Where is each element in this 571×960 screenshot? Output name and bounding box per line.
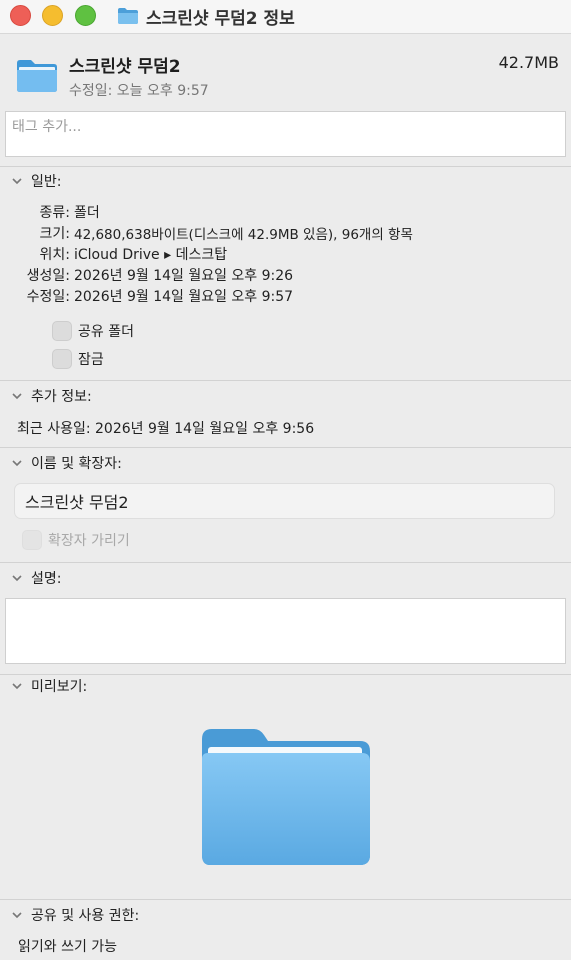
chevron-down-icon bbox=[12, 575, 22, 582]
item-modified: 수정일: 오늘 오후 9:57 bbox=[69, 83, 209, 99]
section-title: 공유 및 사용 권한: bbox=[31, 908, 140, 924]
locked-checkbox[interactable] bbox=[52, 349, 72, 369]
row-value: 2026년 9월 14일 월요일 오후 9:57 bbox=[74, 289, 294, 305]
locked-option: 잠금 bbox=[52, 349, 104, 369]
divider bbox=[0, 674, 571, 675]
shared-folder-checkbox[interactable] bbox=[52, 321, 72, 341]
hide-extension-option: 확장자 가리기 bbox=[22, 530, 130, 550]
item-name: 스크린샷 무덤2 bbox=[69, 57, 181, 77]
sharing-status-row: 읽기와 쓰기 가능 bbox=[18, 936, 117, 956]
row-label: 생성일: bbox=[26, 268, 70, 284]
divider bbox=[0, 166, 571, 167]
sharing-status: 읽기와 쓰기 가능 bbox=[18, 939, 118, 955]
section-general-header[interactable]: 일반: bbox=[10, 171, 61, 191]
section-name-ext-header[interactable]: 이름 및 확장자: bbox=[10, 453, 122, 473]
folder-preview-icon bbox=[202, 729, 370, 865]
section-sharing-header[interactable]: 공유 및 사용 권한: bbox=[10, 905, 139, 925]
window-title: 스크린샷 무덤2 정보 bbox=[146, 8, 295, 29]
hide-extension-label: 확장자 가리기 bbox=[48, 533, 130, 549]
row-label: 크기: bbox=[39, 226, 70, 242]
info-row-where: 위치: iCloud Drive ▸ 데스크탑 bbox=[0, 244, 228, 264]
tags-input[interactable] bbox=[5, 111, 566, 157]
item-size: 42.7MB bbox=[498, 53, 559, 72]
row-label: 수정일: bbox=[26, 289, 70, 305]
chevron-down-icon bbox=[12, 912, 22, 919]
shared-folder-label: 공유 폴더 bbox=[78, 324, 134, 340]
row-label: 종류: bbox=[39, 205, 70, 221]
info-row-created: 생성일: 2026년 9월 14일 월요일 오후 9:26 bbox=[0, 265, 293, 285]
section-title: 미리보기: bbox=[31, 679, 88, 695]
info-row-size: 크기: 42,680,638바이트(디스크에 42.9MB 있음), 96개의 … bbox=[0, 223, 413, 243]
section-title: 추가 정보: bbox=[31, 389, 92, 405]
window-title-group: 스크린샷 무덤2 정보 bbox=[117, 4, 295, 29]
row-value: iCloud Drive ▸ 데스크탑 bbox=[74, 247, 228, 263]
chevron-down-icon bbox=[12, 393, 22, 400]
chevron-down-icon bbox=[12, 683, 22, 690]
chevron-down-icon bbox=[12, 178, 22, 185]
last-used-text: 최근 사용일: 2026년 9월 14일 월요일 오후 9:56 bbox=[17, 421, 315, 437]
info-row-modified: 수정일: 2026년 9월 14일 월요일 오후 9:57 bbox=[0, 286, 293, 306]
divider bbox=[0, 380, 571, 381]
row-value: 42,680,638바이트(디스크에 42.9MB 있음), 96개의 항목 bbox=[74, 227, 413, 243]
row-value: 2026년 9월 14일 월요일 오후 9:26 bbox=[74, 268, 294, 284]
title-bar: 스크린샷 무덤2 정보 bbox=[0, 0, 571, 34]
info-row-kind: 종류: 폴더 bbox=[0, 202, 100, 222]
chevron-down-icon bbox=[12, 460, 22, 467]
close-button[interactable] bbox=[10, 5, 31, 26]
shared-folder-option: 공유 폴더 bbox=[52, 321, 134, 341]
section-comments-header[interactable]: 설명: bbox=[10, 568, 61, 588]
folder-icon bbox=[118, 8, 138, 24]
zoom-button[interactable] bbox=[75, 5, 96, 26]
section-more-info-header[interactable]: 추가 정보: bbox=[10, 386, 92, 406]
folder-icon bbox=[17, 60, 57, 92]
section-preview-header[interactable]: 미리보기: bbox=[10, 676, 87, 696]
last-used-row: 최근 사용일: 2026년 9월 14일 월요일 오후 9:56 bbox=[17, 418, 314, 438]
row-value: 폴더 bbox=[74, 205, 100, 221]
minimize-button[interactable] bbox=[42, 5, 63, 26]
locked-label: 잠금 bbox=[78, 352, 104, 368]
row-label: 위치: bbox=[39, 247, 70, 263]
comments-input[interactable] bbox=[5, 598, 566, 664]
hide-extension-checkbox[interactable] bbox=[22, 530, 42, 550]
section-title: 일반: bbox=[31, 174, 62, 190]
section-title: 설명: bbox=[31, 571, 62, 587]
divider bbox=[0, 899, 571, 900]
name-input[interactable] bbox=[14, 483, 555, 519]
info-header: 스크린샷 무덤2 수정일: 오늘 오후 9:57 42.7MB bbox=[0, 40, 571, 102]
divider bbox=[0, 562, 571, 563]
section-title: 이름 및 확장자: bbox=[31, 456, 122, 472]
divider bbox=[0, 447, 571, 448]
get-info-window: 스크린샷 무덤2 정보 스크린샷 무덤2 수정일: 오늘 오후 9:57 42.… bbox=[0, 0, 571, 960]
